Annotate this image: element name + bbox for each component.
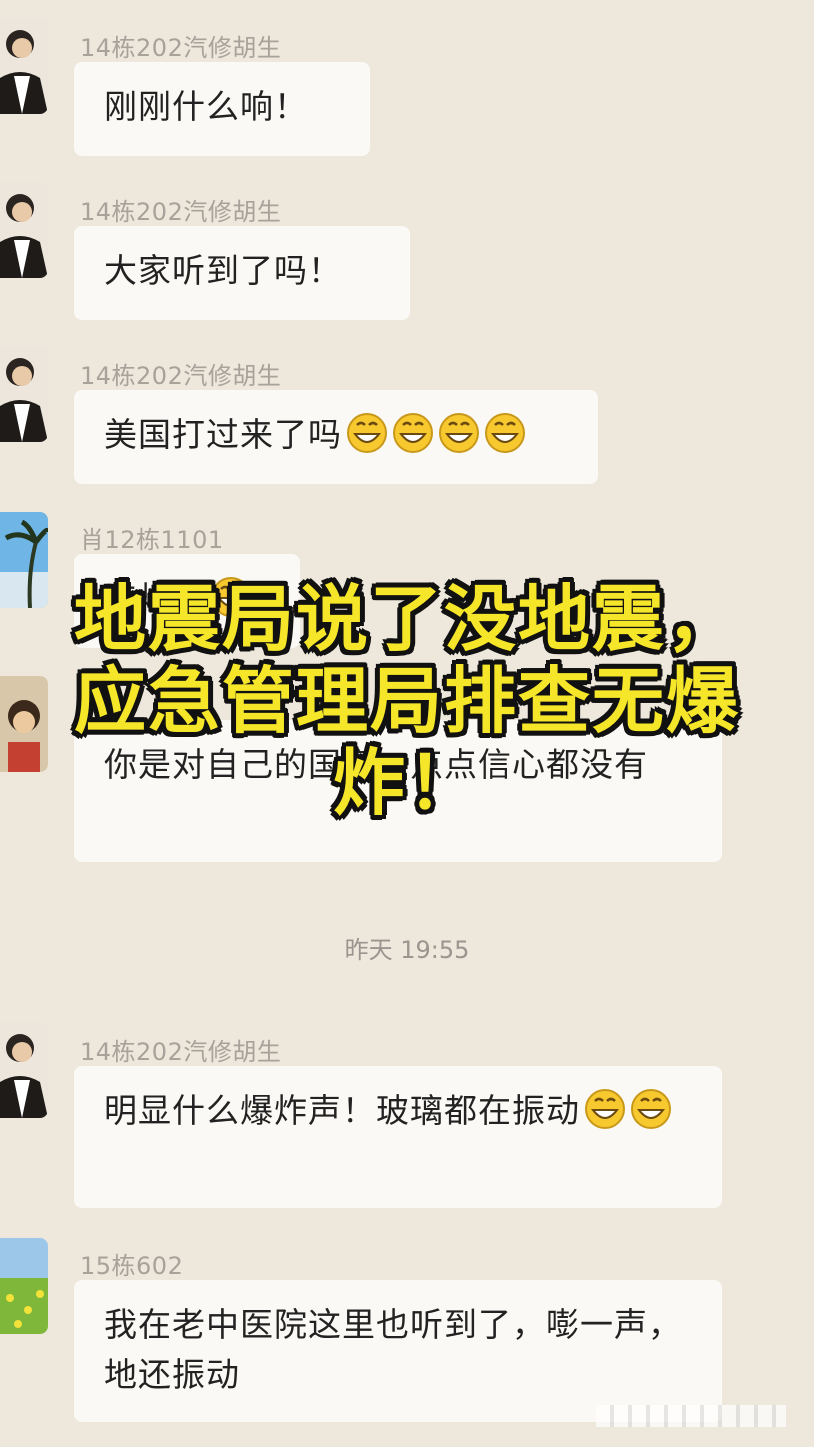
overlay-caption: 地震局说了没地震， 应急管理局排查无爆 炸！ [0,578,814,824]
sender-name: 15栋602 [80,1252,184,1280]
message-bubble[interactable]: 明显什么爆炸声！玻璃都在振动 [74,1066,722,1208]
overlay-line-3: 炸！ [332,741,481,825]
message-text: 美国打过来了吗 [104,415,342,454]
sender-name: 肖12栋1101 [80,526,224,554]
message-text: 刚刚什么响！ [104,87,308,126]
sender-name: 14栋202汽修胡生 [80,198,282,226]
grin-emoji-icon [438,412,480,454]
sender-name: 14栋202汽修胡生 [80,1038,282,1066]
avatar[interactable] [0,1022,48,1118]
grin-emoji-icon [392,412,434,454]
grin-emoji-icon [346,412,388,454]
grin-emoji-icon [630,1088,672,1130]
message-bubble[interactable]: 美国打过来了吗 [74,390,598,484]
message-text: 大家听到了吗！ [104,251,342,290]
avatar[interactable] [0,1238,48,1334]
message-bubble[interactable]: 大家听到了吗！ [74,226,410,320]
watermark [596,1405,786,1427]
avatar[interactable] [0,182,48,278]
message-text: 我在老中医院这里也听到了，嘭一声，地还振动 [104,1305,682,1394]
sender-name: 14栋202汽修胡生 [80,362,282,390]
overlay-line-1: 地震局说了没地震， [73,577,740,661]
avatar[interactable] [0,18,48,114]
message-bubble[interactable]: 我在老中医院这里也听到了，嘭一声，地还振动 [74,1280,722,1422]
grin-emoji-icon [584,1088,626,1130]
message-text: 明显什么爆炸声！玻璃都在振动 [104,1091,580,1130]
avatar[interactable] [0,346,48,442]
sender-name: 14栋202汽修胡生 [80,34,282,62]
timestamp: 昨天 19:55 [344,936,470,964]
message-bubble[interactable]: 刚刚什么响！ [74,62,370,156]
grin-emoji-icon [484,412,526,454]
overlay-line-2: 应急管理局排查无爆 [73,659,740,743]
